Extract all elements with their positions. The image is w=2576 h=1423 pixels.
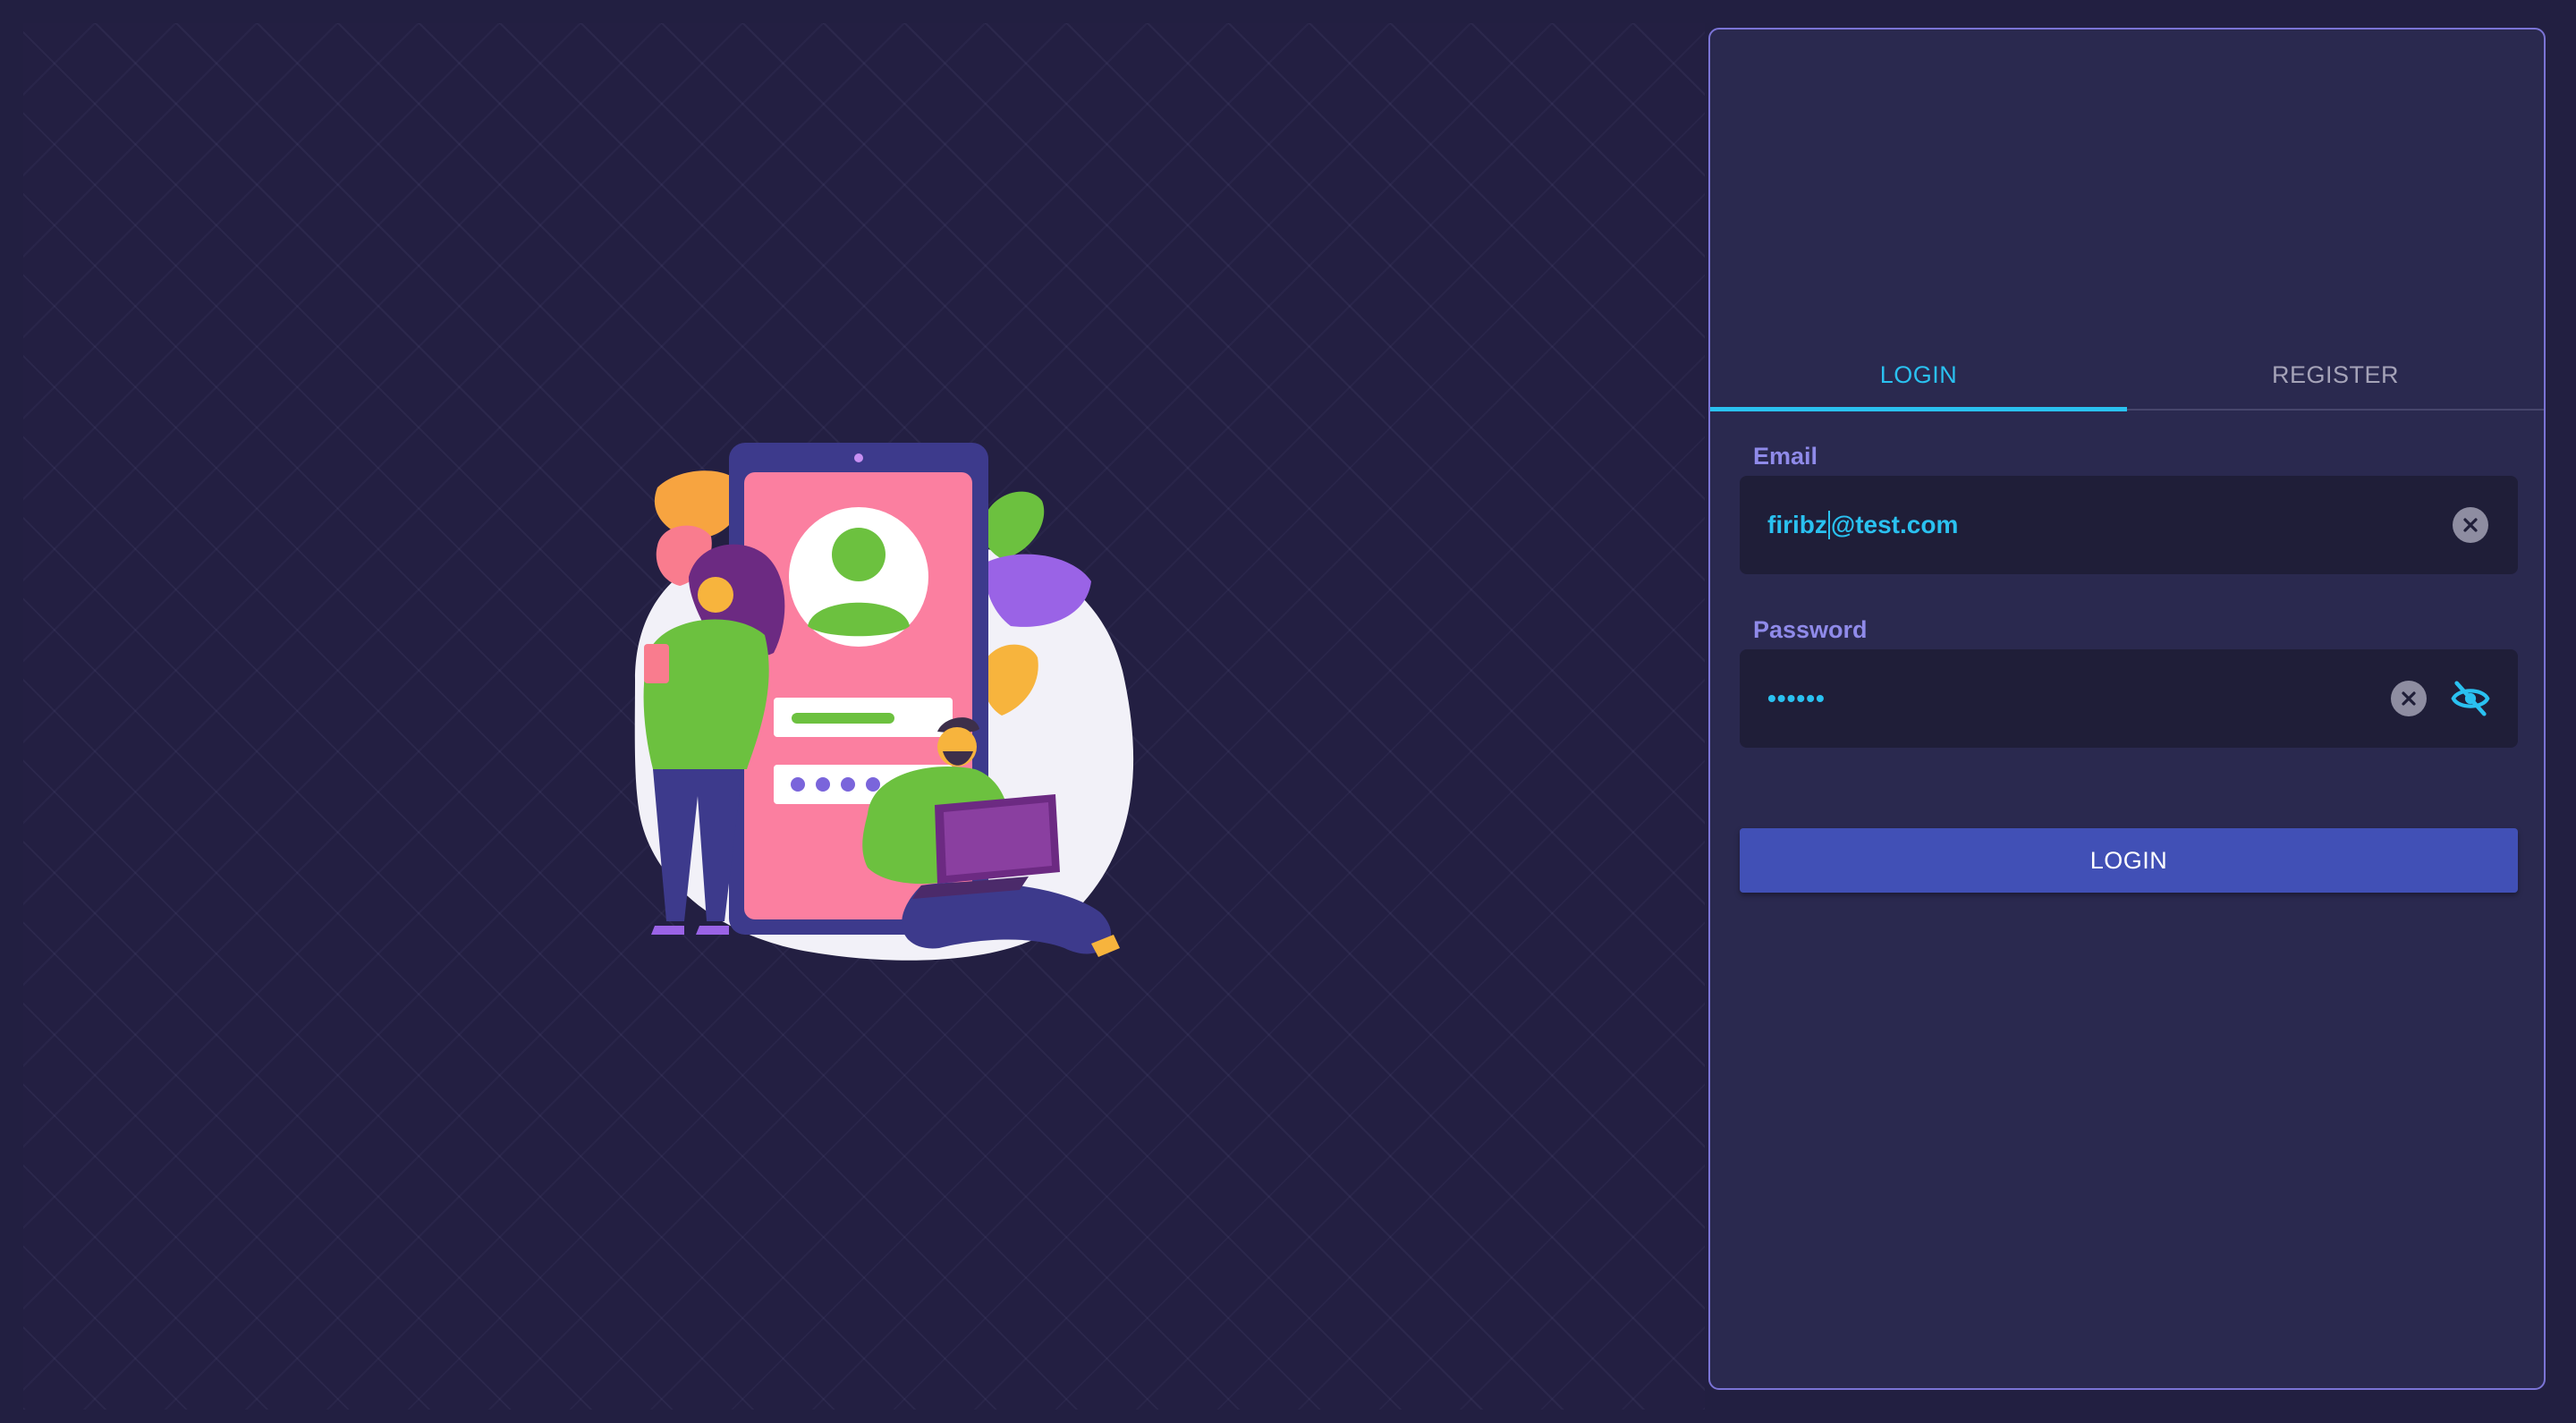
text-caret (1827, 511, 1830, 539)
woman-body (643, 619, 769, 769)
email-value[interactable]: firibz @test.com (1767, 476, 1958, 574)
eye-off-icon (2451, 681, 2490, 716)
woman-phone (644, 644, 669, 683)
tab-login[interactable]: LOGIN (1710, 341, 2127, 411)
woman-face (698, 577, 733, 613)
pw-dot (791, 777, 805, 792)
email-value-before-caret: firibz (1767, 511, 1827, 538)
tab-register[interactable]: REGISTER (2127, 341, 2544, 409)
email-value-after-caret: @test.com (1830, 511, 1959, 538)
woman-shoe (696, 926, 729, 935)
laptop-screen-inner (944, 802, 1052, 876)
password-visibility-toggle[interactable] (2450, 678, 2491, 719)
auth-tabs: LOGIN REGISTER (1710, 341, 2544, 411)
phone-camera (854, 453, 863, 462)
email-clear-button[interactable] (2453, 507, 2488, 543)
login-page: LOGIN REGISTER Email firibz @test.com Pas… (0, 0, 2576, 1423)
password-clear-button[interactable] (2391, 681, 2427, 716)
email-field[interactable]: firibz @test.com (1740, 476, 2518, 574)
pw-dot (841, 777, 855, 792)
close-circle-icon (2402, 691, 2416, 706)
login-button[interactable]: LOGIN (1740, 828, 2518, 893)
password-field[interactable]: •••••• (1740, 649, 2518, 748)
pw-dot (866, 777, 880, 792)
close-circle-icon (2463, 518, 2478, 532)
password-label: Password (1753, 616, 1868, 643)
email-label: Email (1753, 443, 1818, 470)
pw-dot (816, 777, 830, 792)
leaf-green-right (982, 491, 1045, 559)
avatar-head (832, 528, 886, 581)
password-value[interactable]: •••••• (1767, 649, 1826, 748)
auth-panel: LOGIN REGISTER Email firibz @test.com Pas… (1708, 28, 2546, 1390)
login-illustration (634, 443, 1134, 961)
woman-shoe (651, 926, 684, 935)
phone-input-1-line (792, 713, 894, 724)
